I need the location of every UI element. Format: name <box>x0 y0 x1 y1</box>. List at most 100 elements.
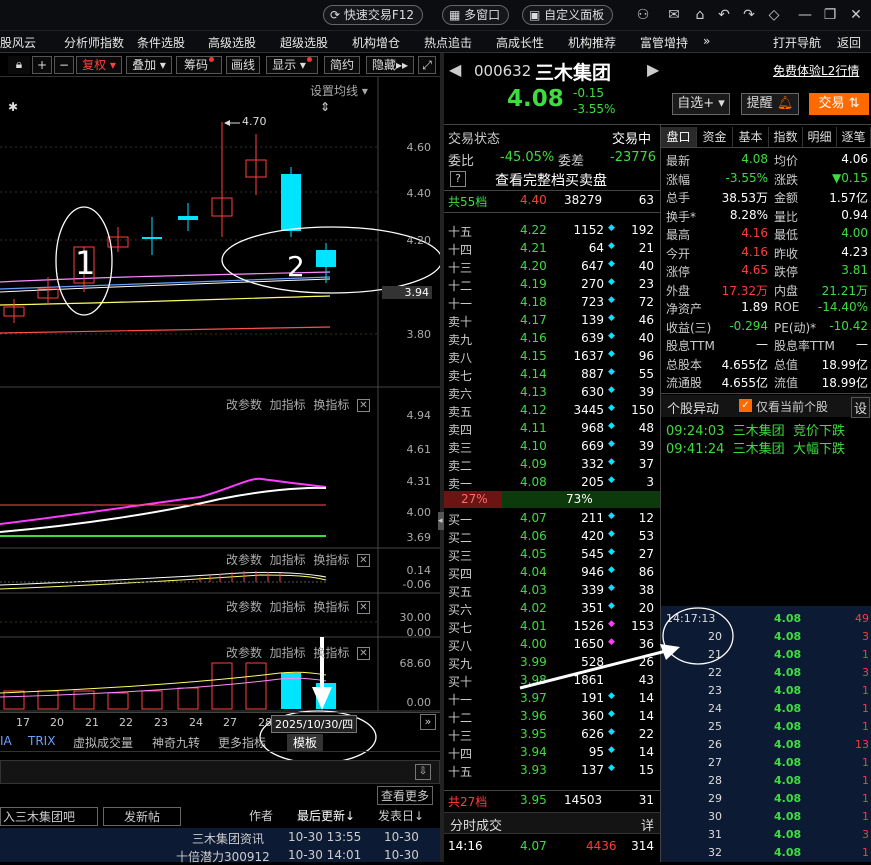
sell-level-row[interactable]: 十五 4.22 1152 ◆ 192 <box>446 222 658 240</box>
close-panel-icon[interactable]: ✕ <box>356 399 370 412</box>
buy-level-row[interactable]: 十四 3.94 95 ◆ 14 <box>446 744 658 762</box>
buy-level-row[interactable]: 十五 3.93 137 ◆ 15 <box>446 762 658 780</box>
buy-level-row[interactable]: 买五 4.03 339 ◆ 38 <box>446 582 658 600</box>
sell-level-row[interactable]: 卖八 4.15 1637 ◆ 96 <box>446 348 658 366</box>
restore-icon[interactable]: ❐ <box>820 5 840 25</box>
kline-chart-area[interactable] <box>0 77 440 767</box>
add-watchlist-button[interactable]: 自选+ ▾ <box>672 93 730 115</box>
list-item[interactable]: 三木集团资讯 10-30 13:55 10-30 <box>0 830 440 846</box>
ticks-detail-button[interactable]: 详 <box>641 815 654 834</box>
lock-icon[interactable]: 🔒︎ <box>8 56 30 74</box>
view-more-button[interactable]: 查看更多 <box>377 786 434 805</box>
zoom-in-button[interactable]: + <box>32 56 52 74</box>
new-post-button[interactable]: 发新帖 <box>103 807 181 826</box>
custom-panel-button[interactable]: ▣ 自定义面板 <box>522 5 614 25</box>
overlay-dropdown[interactable]: 叠加 ▾ <box>126 56 172 74</box>
sell-level-row[interactable]: 十二 4.19 270 ◆ 23 <box>446 276 658 294</box>
change-indicator-button[interactable]: 换指标 <box>313 398 349 412</box>
sell-level-row[interactable]: 卖九 4.16 639 ◆ 40 <box>446 330 658 348</box>
menu-more[interactable]: » <box>703 34 710 48</box>
sell-level-row[interactable]: 十四 4.21 64 ◆ 21 <box>446 240 658 258</box>
sell-level-row[interactable]: 卖十 4.17 139 ◆ 46 <box>446 312 658 330</box>
edit-params-button[interactable]: 改参数 <box>226 553 262 567</box>
tab-jiben[interactable]: 基本 <box>733 127 769 147</box>
sell-level-row[interactable]: 卖三 4.10 669 ◆ 39 <box>446 438 658 456</box>
add-indicator-button[interactable]: 加指标 <box>270 646 306 660</box>
draw-line-button[interactable]: 画线 <box>226 56 260 74</box>
home-icon[interactable]: ⌂ <box>690 5 710 25</box>
close-panel-icon[interactable]: ✕ <box>356 554 370 567</box>
sell-level-row[interactable]: 十三 4.20 647 ◆ 40 <box>446 258 658 276</box>
change-indicator-button[interactable]: 换指标 <box>313 600 349 614</box>
chips-button[interactable]: 筹码 <box>176 56 222 74</box>
change-indicator-button[interactable]: 换指标 <box>313 553 349 567</box>
minimize-icon[interactable]: — <box>795 5 815 25</box>
sell-level-row[interactable]: 卖七 4.14 887 ◆ 55 <box>446 366 658 384</box>
forward-icon[interactable]: ↷ <box>739 5 759 25</box>
scroll-right-icon[interactable]: » <box>420 714 436 730</box>
close-icon[interactable]: ✕ <box>846 5 866 25</box>
add-indicator-button[interactable]: 加指标 <box>270 553 306 567</box>
next-stock-icon[interactable]: ▶ <box>647 60 659 79</box>
sell-level-row[interactable]: 十一 4.18 723 ◆ 72 <box>446 294 658 312</box>
tab-template[interactable]: 模板 <box>287 734 324 751</box>
add-indicator-button[interactable]: 加指标 <box>270 398 306 412</box>
tab-zhishu[interactable]: 指数 <box>769 127 803 147</box>
fullscreen-icon[interactable]: ⤢ <box>418 56 436 74</box>
multi-window-button[interactable]: ▦ 多窗口 <box>442 5 510 25</box>
add-indicator-button[interactable]: 加指标 <box>270 600 306 614</box>
back-icon[interactable]: ↶ <box>714 5 734 25</box>
change-indicator-button[interactable]: 换指标 <box>313 646 349 660</box>
tab-ia[interactable]: IA <box>0 734 12 748</box>
buy-level-row[interactable]: 买四 4.04 946 ◆ 86 <box>446 564 658 582</box>
full-orderbook-button[interactable]: 查看完整档买卖盘 <box>495 170 607 190</box>
edit-params-button[interactable]: 改参数 <box>226 646 262 660</box>
buy-level-row[interactable]: 买三 4.05 545 ◆ 27 <box>446 546 658 564</box>
close-panel-icon[interactable]: ✕ <box>356 601 370 614</box>
alerts-settings-button[interactable]: 设 <box>851 397 871 418</box>
tab-trix[interactable]: TRIX <box>28 734 55 748</box>
buy-level-row[interactable]: 十三 3.95 626 ◆ 22 <box>446 726 658 744</box>
ma-settings-button[interactable]: 设置均线 ▾ <box>310 82 368 99</box>
quick-trade-button[interactable]: ⟳ 快速交易F12 <box>323 5 424 25</box>
checkbox-checked-icon[interactable]: ✓ <box>739 399 752 412</box>
buy-level-row[interactable]: 买一 4.07 211 ◆ 12 <box>446 510 658 528</box>
tab-virtual-volume[interactable]: 虚拟成交量 <box>73 734 133 751</box>
help-icon[interactable]: ? <box>450 171 466 187</box>
menu-item[interactable]: 热点追击 <box>424 34 472 51</box>
sell-level-row[interactable]: 卖六 4.13 630 ◆ 39 <box>446 384 658 402</box>
download-icon[interactable]: ⇩ <box>415 764 431 780</box>
skin-icon[interactable]: ◇ <box>764 5 784 25</box>
tab-mingxi[interactable]: 明细 <box>803 127 837 147</box>
free-l2-link[interactable]: 免费体验L2行情 <box>773 62 859 79</box>
buy-level-row[interactable]: 十二 3.96 360 ◆ 14 <box>446 708 658 726</box>
sell-level-row[interactable]: 卖四 4.11 968 ◆ 48 <box>446 420 658 438</box>
menu-item[interactable]: 机构增仓 <box>352 34 400 51</box>
simple-button[interactable]: 简约 <box>324 56 360 74</box>
mail-icon[interactable]: ✉ <box>664 5 684 25</box>
sell-level-row[interactable]: 卖二 4.09 332 ◆ 37 <box>446 456 658 474</box>
edit-params-button[interactable]: 改参数 <box>226 600 262 614</box>
buy-level-row[interactable]: 买二 4.06 420 ◆ 53 <box>446 528 658 546</box>
display-dropdown[interactable]: 显示 ▾ <box>266 56 318 74</box>
menu-item[interactable]: 高级选股 <box>208 34 256 51</box>
tab-more-indicators[interactable]: 更多指标 <box>218 734 266 751</box>
alert-button[interactable]: 提醒 🔔︎ <box>741 93 799 115</box>
last-update-column[interactable]: 最后更新↓ <box>297 807 355 824</box>
zoom-out-button[interactable]: − <box>54 56 74 74</box>
menu-item[interactable]: 分析师指数 <box>64 34 124 51</box>
user-icon[interactable]: ⚇ <box>633 5 653 25</box>
menu-item[interactable]: 富管增持 <box>640 34 688 51</box>
prev-stock-icon[interactable]: ◀ <box>449 60 461 79</box>
tab-zijin[interactable]: 资金 <box>697 127 733 147</box>
fuquan-dropdown[interactable]: 复权 ▾ <box>76 56 122 74</box>
tab-magic-nine[interactable]: 神奇九转 <box>152 734 200 751</box>
edit-params-button[interactable]: 改参数 <box>226 398 262 412</box>
close-panel-icon[interactable]: ✕ <box>356 647 370 660</box>
alert-row[interactable]: 09:24:03 三木集团 竞价下跌 <box>666 420 870 439</box>
menu-back[interactable]: 返回 <box>837 34 861 51</box>
hide-button[interactable]: 隐藏▸▸ <box>366 56 414 74</box>
menu-item[interactable]: 机构推荐 <box>568 34 616 51</box>
post-date-column[interactable]: 发表日↓ <box>378 807 424 824</box>
menu-item[interactable]: 股风云 <box>0 34 36 51</box>
